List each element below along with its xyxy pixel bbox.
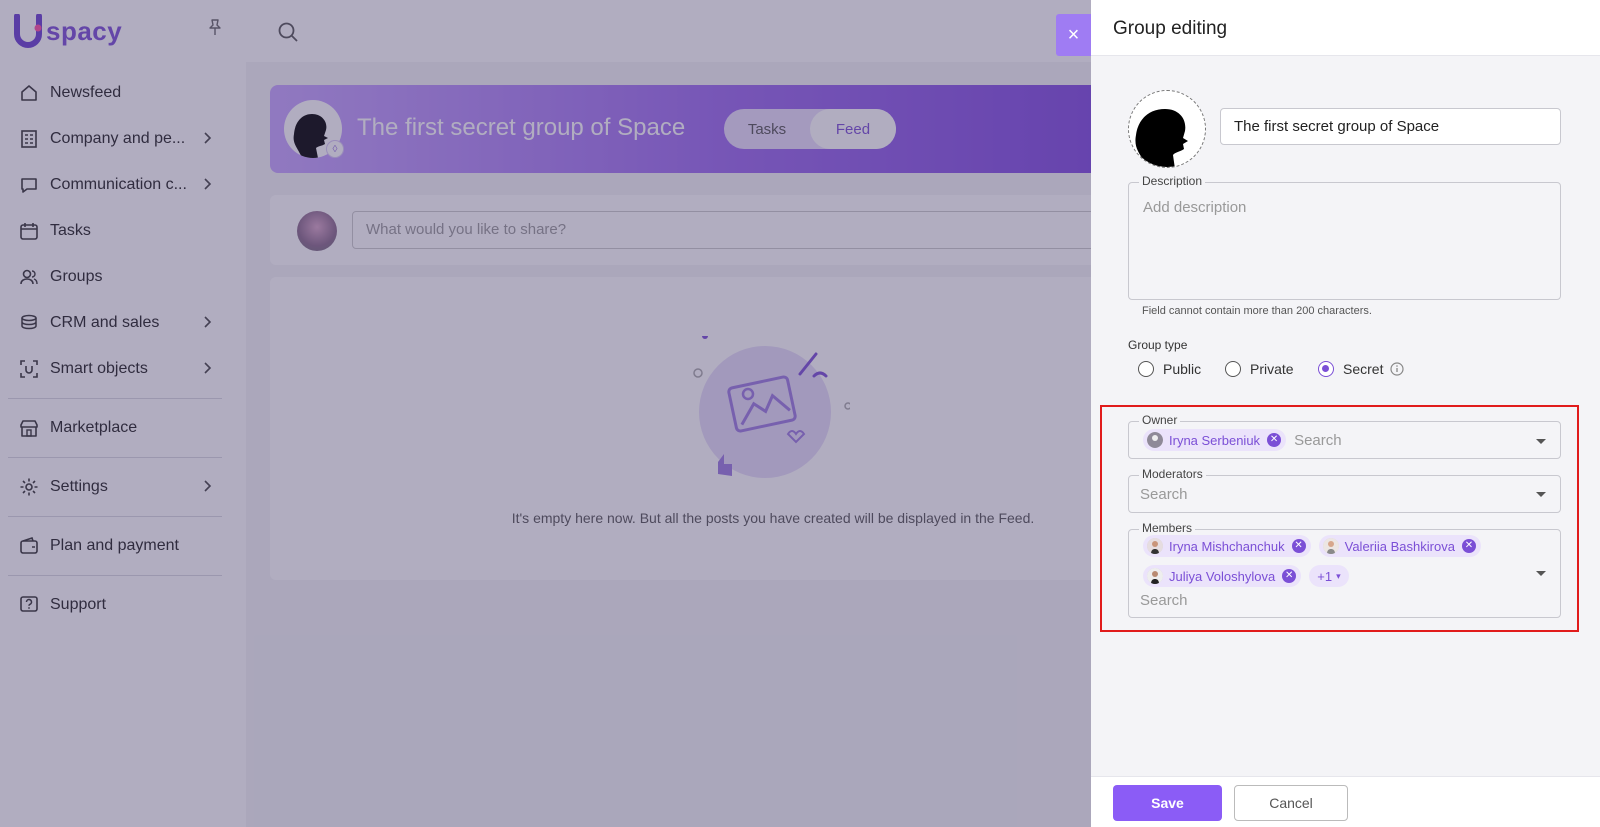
modal-backdrop[interactable]	[0, 0, 1091, 827]
close-drawer-button[interactable]: ×	[1056, 14, 1091, 56]
cancel-button[interactable]: Cancel	[1234, 785, 1348, 821]
description-helper-text: Field cannot contain more than 200 chara…	[1142, 305, 1372, 317]
highlight-box	[1100, 405, 1579, 632]
description-label: Description	[1139, 174, 1206, 188]
info-icon[interactable]	[1390, 362, 1405, 376]
radio-label: Private	[1250, 361, 1294, 377]
group-name-input[interactable]: The first secret group of Space	[1220, 108, 1561, 145]
group-avatar-upload[interactable]	[1128, 90, 1206, 168]
radio-private[interactable]: Private	[1225, 361, 1294, 377]
group-type-label: Group type	[1128, 338, 1188, 352]
radio-secret[interactable]: Secret	[1318, 361, 1405, 377]
radio-circle[interactable]	[1225, 361, 1241, 377]
radio-circle[interactable]	[1138, 361, 1154, 377]
description-placeholder: Add description	[1143, 199, 1247, 216]
drawer-title: Group editing	[1113, 18, 1228, 39]
radio-circle[interactable]	[1318, 361, 1334, 377]
radio-label: Secret	[1343, 361, 1384, 377]
radio-label: Public	[1163, 361, 1202, 377]
radio-public[interactable]: Public	[1138, 361, 1201, 377]
save-button[interactable]: Save	[1113, 785, 1222, 821]
